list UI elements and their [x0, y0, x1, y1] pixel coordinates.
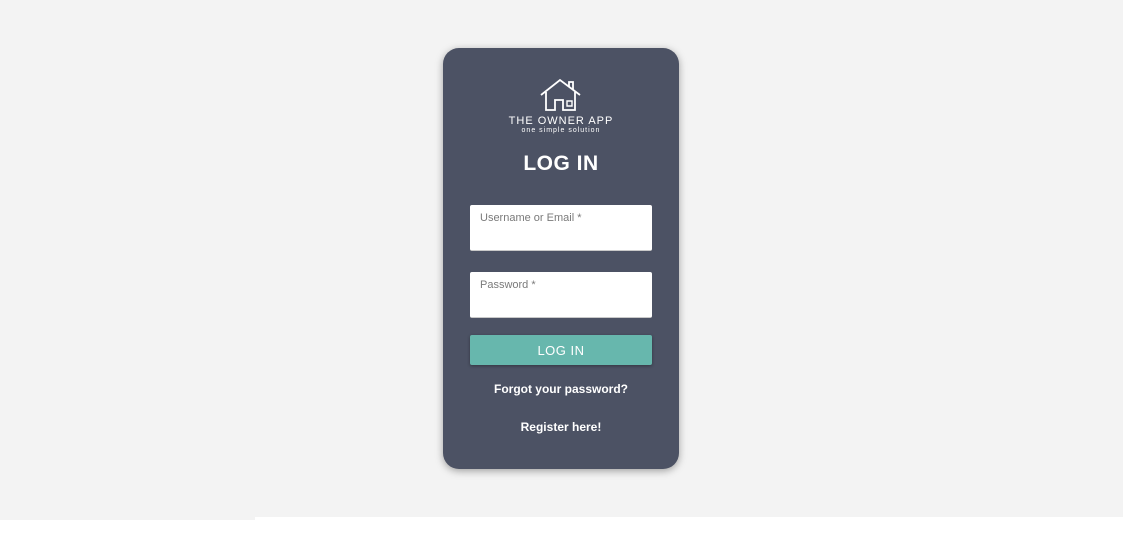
password-input[interactable]	[480, 295, 642, 313]
page-background-strip	[0, 517, 255, 520]
username-field[interactable]: Username or Email *	[470, 205, 652, 251]
house-icon	[443, 78, 679, 112]
brand-logo: THE OWNER APP one simple solution	[443, 78, 679, 135]
password-label: Password *	[480, 279, 536, 291]
username-input[interactable]	[480, 228, 642, 246]
password-field[interactable]: Password *	[470, 272, 652, 318]
username-label: Username or Email *	[480, 212, 582, 224]
brand-name: THE OWNER APP	[508, 115, 614, 127]
forgot-password-link[interactable]: Forgot your password?	[443, 382, 679, 396]
brand-tagline: one simple solution	[521, 127, 601, 134]
register-link[interactable]: Register here!	[443, 420, 679, 434]
login-button[interactable]: LOG IN	[470, 335, 652, 365]
page-title: LOG IN	[523, 152, 599, 175]
login-card: THE OWNER APP one simple solution LOG IN…	[443, 48, 679, 469]
